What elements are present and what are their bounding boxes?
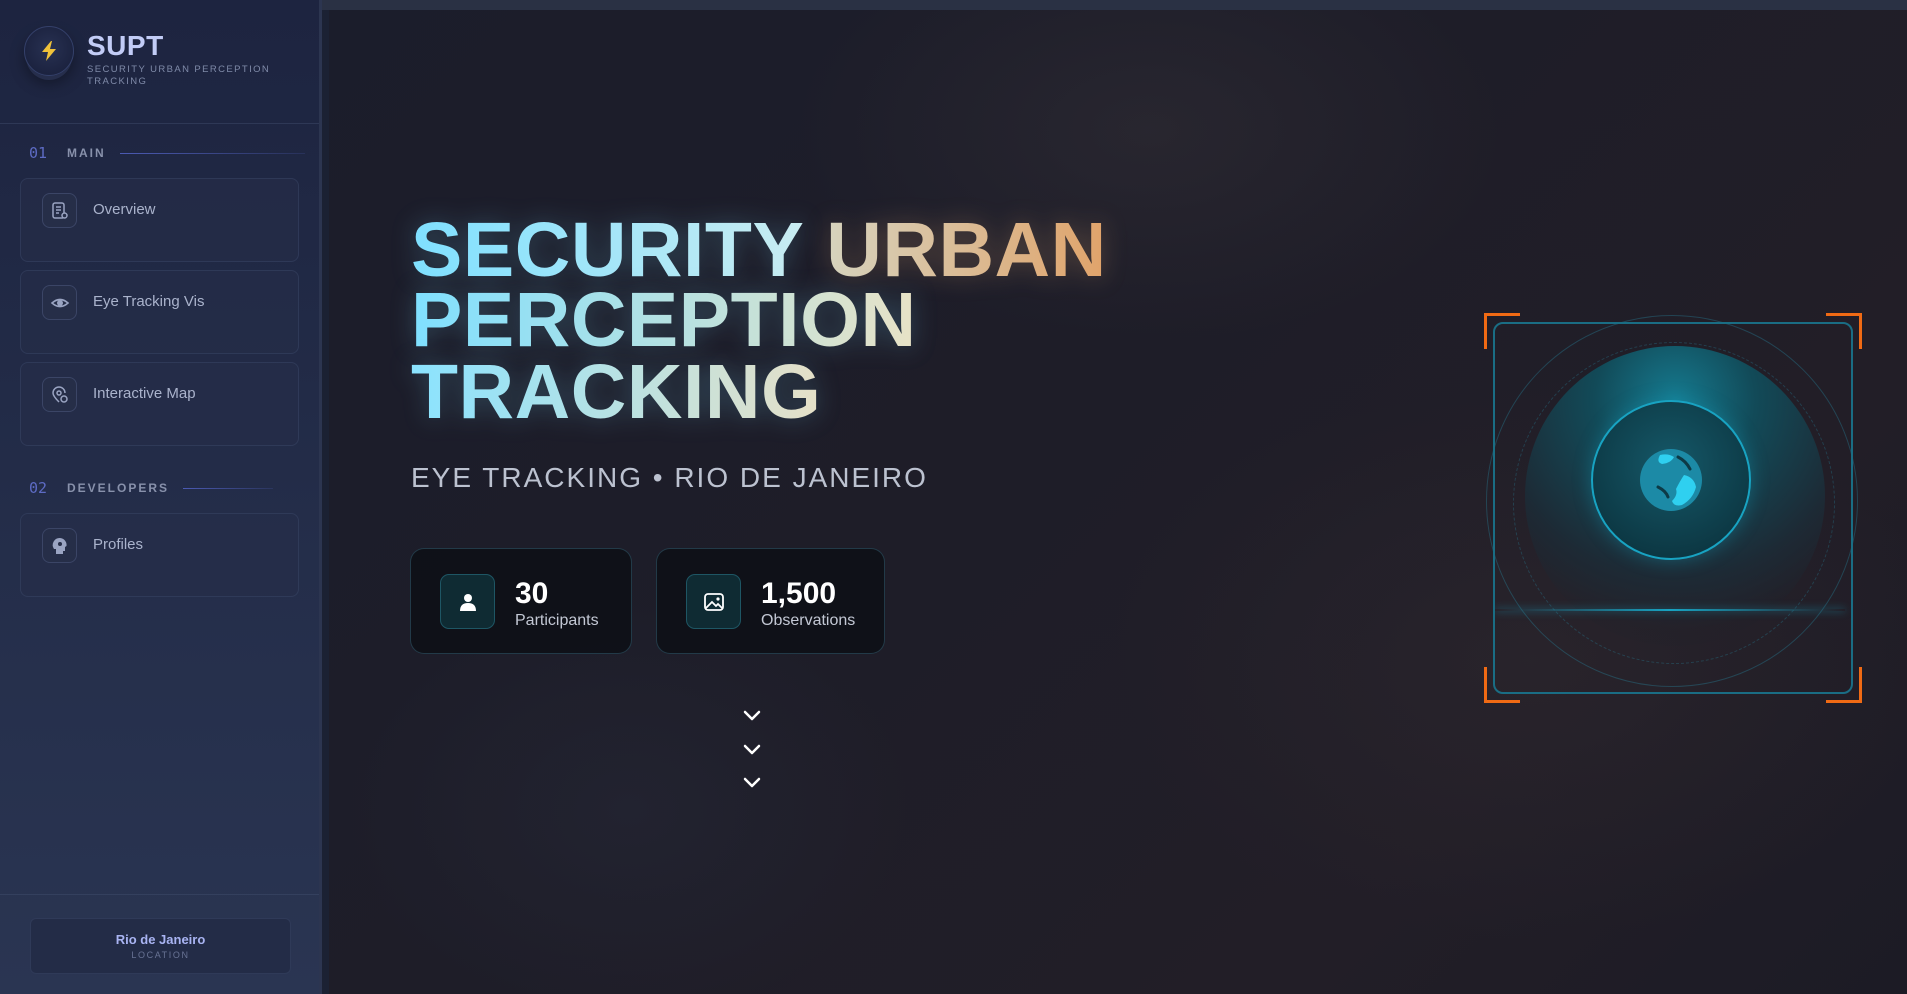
hero-title-word-tracking: TRACKING xyxy=(411,349,822,435)
sidebar-item-label: Interactive Map xyxy=(93,385,196,402)
section-divider xyxy=(119,152,305,154)
chevron-down-icon xyxy=(743,744,761,755)
stat-value: 30 xyxy=(515,577,549,610)
scan-line xyxy=(1495,609,1845,611)
hero-section: SECURITY URBAN PERCEPTION TRACKING EYE T… xyxy=(329,10,1907,994)
sidebar-item-label: Eye Tracking Vis xyxy=(93,293,205,310)
main-top-border xyxy=(322,0,1907,10)
hero-title-word-urban: URBAN xyxy=(826,207,1107,293)
document-edit-icon xyxy=(42,193,77,228)
sidebar-item-label: Profiles xyxy=(93,536,144,553)
section-header-main: 01 MAIN xyxy=(29,143,305,163)
sidebar-item-profiles[interactable]: Profiles xyxy=(20,513,299,597)
stat-label: Participants xyxy=(515,612,599,629)
section-header-developers: 02 DEVELOPERS xyxy=(29,478,274,498)
brand-title: SUPT xyxy=(87,30,164,61)
map-pin-icon xyxy=(42,377,77,412)
section-number: 01 xyxy=(29,144,48,162)
sidebar-item-eye-tracking-vis[interactable]: Eye Tracking Vis xyxy=(20,270,299,354)
hero-title: SECURITY URBAN PERCEPTION TRACKING xyxy=(411,207,1107,435)
stat-value: 1,500 xyxy=(761,577,837,610)
sidebar-item-interactive-map[interactable]: Interactive Map xyxy=(20,362,299,446)
section-label: DEVELOPERS xyxy=(67,481,170,495)
section-divider xyxy=(183,487,274,489)
chevron-down-icon xyxy=(743,777,761,788)
sidebar-item-label: Overview xyxy=(93,201,156,218)
brand-subtitle: SECURITY URBAN PERCEPTION TRACKING xyxy=(87,64,271,87)
sidebar-item-overview[interactable]: Overview xyxy=(20,178,299,262)
hero-subtitle: EYE TRACKING • RIO DE JANEIRO xyxy=(411,462,928,493)
location-name: Rio de Janeiro xyxy=(115,932,206,947)
sidebar: SUPT SECURITY URBAN PERCEPTION TRACKING … xyxy=(0,0,322,994)
scan-frame xyxy=(1493,322,1853,694)
section-label: MAIN xyxy=(67,146,106,160)
chevron-down-icon xyxy=(743,710,761,721)
head-profile-icon xyxy=(42,528,77,563)
image-icon xyxy=(686,574,741,629)
lightning-bolt-icon xyxy=(24,26,74,76)
hero-title-word-security: SECURITY xyxy=(411,207,805,293)
eye-tracking-visual xyxy=(1484,313,1862,703)
stat-card-observations: 1,500 Observations xyxy=(656,548,885,654)
location-badge: Rio de Janeiro LOCATION xyxy=(30,918,291,974)
eye-icon xyxy=(42,285,77,320)
location-label: LOCATION xyxy=(131,950,190,960)
stat-card-participants: 30 Participants xyxy=(410,548,632,654)
hero-title-word-perception: PERCEPTION xyxy=(411,277,917,363)
globe-icon xyxy=(1640,449,1702,511)
scroll-down-indicator[interactable] xyxy=(742,709,764,809)
brand-header[interactable]: SUPT SECURITY URBAN PERCEPTION TRACKING xyxy=(0,0,319,124)
section-number: 02 xyxy=(29,479,48,497)
sidebar-footer: Rio de Janeiro LOCATION xyxy=(0,894,319,994)
person-icon xyxy=(440,574,495,629)
app-window: SUPT SECURITY URBAN PERCEPTION TRACKING … xyxy=(0,0,1907,994)
iris xyxy=(1591,400,1751,560)
stat-label: Observations xyxy=(761,612,856,629)
